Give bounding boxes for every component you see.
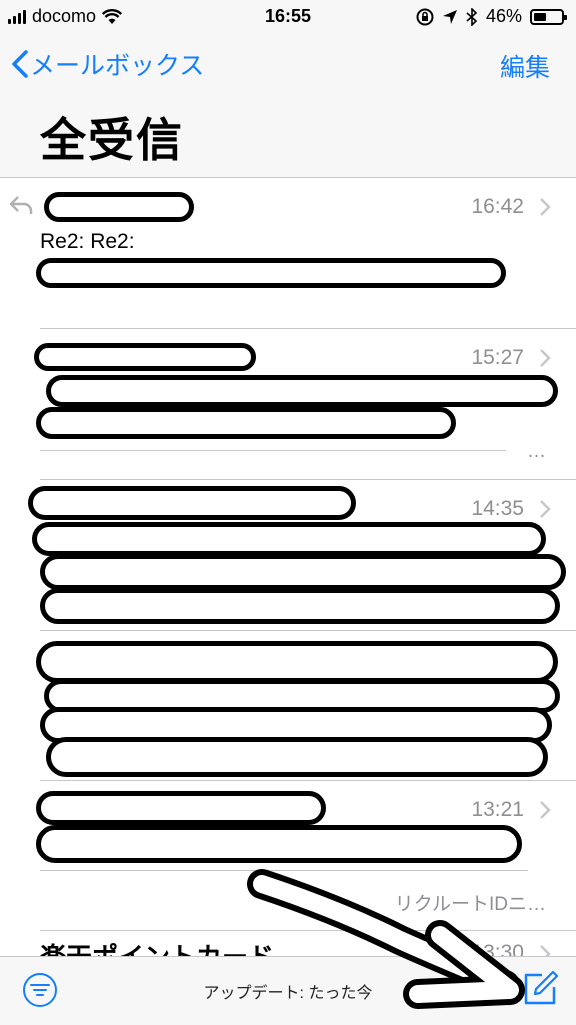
compose-icon[interactable] xyxy=(520,969,560,1009)
chevron-right-icon xyxy=(540,198,551,216)
redaction-scribble xyxy=(40,554,566,590)
status-bar: docomo 16:55 46% xyxy=(0,0,576,34)
redaction-scribble xyxy=(36,641,558,683)
chevron-left-icon xyxy=(12,50,28,78)
message-preview-trailing: リクルートIDニ… xyxy=(394,894,546,915)
list-item[interactable]: 14:35 xyxy=(0,480,576,630)
back-button[interactable]: メールボックス xyxy=(10,46,204,82)
list-item[interactable]: 16:42 Re2: Re2: xyxy=(0,178,576,328)
list-item[interactable]: 楽天ポイントカード 13:30 xyxy=(0,931,576,956)
back-button-label: メールボックス xyxy=(30,52,205,80)
list-item[interactable] xyxy=(0,631,576,781)
edit-button[interactable]: 編集 xyxy=(500,48,550,84)
redaction-scribble xyxy=(46,375,558,407)
redaction-scribble xyxy=(40,588,560,624)
location-icon xyxy=(442,9,457,24)
reply-arrow-icon xyxy=(9,196,33,214)
message-subject: Re2: Re2: xyxy=(40,230,135,253)
message-time: 13:30 xyxy=(471,941,524,956)
chevron-right-icon xyxy=(540,945,551,956)
chevron-right-icon xyxy=(540,500,551,518)
battery-icon xyxy=(530,8,567,25)
message-sender: 楽天ポイントカード xyxy=(40,937,274,956)
navigation-bar: メールボックス 編集 xyxy=(0,34,576,94)
orientation-lock-icon xyxy=(416,8,434,25)
update-status: アップデート: たった今 xyxy=(203,985,373,1002)
bluetooth-icon xyxy=(466,7,478,26)
page-title: 全受信 xyxy=(40,114,184,166)
redaction-scribble xyxy=(34,343,256,371)
chevron-right-icon xyxy=(540,801,551,819)
message-time: 15:27 xyxy=(471,346,524,369)
redaction-scribble xyxy=(46,737,548,777)
bottom-toolbar: アップデート: たった今 xyxy=(0,956,576,1025)
redaction-scribble xyxy=(32,522,546,556)
battery-percent: 46% xyxy=(485,6,522,26)
divider xyxy=(40,870,528,871)
message-time: 14:35 xyxy=(471,497,524,520)
redaction-scribble xyxy=(36,258,506,288)
redaction-scribble xyxy=(36,825,522,863)
list-item[interactable]: 13:21 リクルートIDニ… xyxy=(0,781,576,931)
list-item[interactable]: 15:27 … xyxy=(0,329,576,479)
message-time: 16:42 xyxy=(471,195,524,218)
redaction-scribble xyxy=(36,407,456,439)
message-list: 16:42 Re2: Re2: 15:27 … 14:35 13:21 リクルー… xyxy=(0,178,576,956)
truncation-ellipsis: … xyxy=(527,441,546,462)
chevron-right-icon xyxy=(540,349,551,367)
redaction-scribble xyxy=(28,486,356,520)
redaction-scribble xyxy=(44,192,194,222)
divider xyxy=(40,450,506,451)
message-time: 13:21 xyxy=(471,798,524,821)
redaction-scribble xyxy=(36,791,326,825)
